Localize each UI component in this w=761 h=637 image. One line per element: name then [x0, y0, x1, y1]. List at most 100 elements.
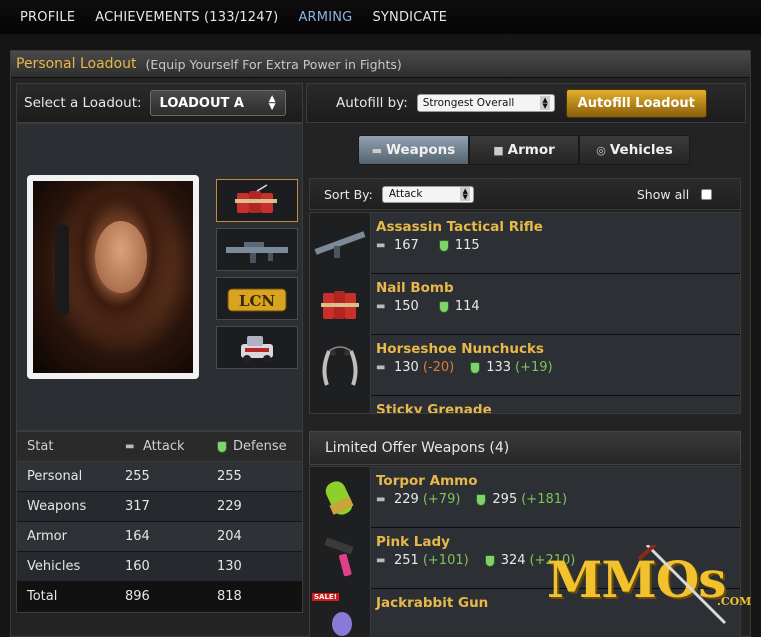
stat-defense: 204 [217, 529, 242, 544]
weapons-list[interactable]: Assassin Tactical Rifle ▬ 167 115 Nail B… [309, 212, 741, 414]
defense-shield-icon [438, 239, 449, 252]
portrait-pistol [55, 225, 69, 315]
stats-header: Stat ▬ Attack Defense [17, 432, 302, 462]
category-tabs: ▬ Weapons ■ Armor ◎ Vehicles [358, 135, 690, 165]
item-thumb [310, 396, 371, 413]
autofill-label: Autofill by: [336, 95, 408, 111]
stats-table: Stat ▬ Attack Defense Personal 255 255 W… [16, 431, 303, 613]
item-thumb [310, 274, 371, 335]
attack-icon: ▬ [376, 301, 386, 312]
item-attack-delta: (+101) [422, 553, 469, 568]
item-attack: 130 [394, 360, 419, 375]
item-defense-delta: (+19) [515, 360, 553, 375]
stats-row-vehicles: Vehicles 160 130 [17, 552, 302, 582]
item-attack: 229 [394, 492, 419, 507]
list-item[interactable]: Nail Bomb ▬ 150 114 [310, 274, 740, 335]
nav-syndicate[interactable]: SYNDICATE [372, 10, 447, 25]
stat-attack: 255 [125, 469, 150, 484]
item-info: Torpor Ammo ▬ 229 (+79) 295 (+181) [371, 467, 567, 527]
character-portrait [27, 175, 199, 379]
equipped-slot-lcn-badge[interactable]: LCN [216, 277, 298, 320]
autofill-bar: Autofill by: Strongest Overall ▲ ▼ Autofi… [306, 83, 746, 123]
stat-attack: 164 [125, 529, 150, 544]
item-info: Horseshoe Nunchucks ▬ 130 (-20) 133 (+19… [371, 335, 553, 395]
page-title: Personal Loadout [16, 56, 137, 72]
sort-bar: Sort By: Attack ▲ ▼ Show all [309, 178, 741, 210]
stats-header-defense-cell: Defense [217, 439, 287, 454]
item-name: Nail Bomb [376, 280, 454, 296]
item-attack: 150 [394, 299, 419, 314]
defense-shield-icon [470, 361, 481, 374]
stat-attack: 317 [125, 499, 150, 514]
rifle-icon [314, 230, 366, 258]
stats-header-defense: Defense [233, 439, 287, 454]
loadout-selector-bar: Select a Loadout: LOADOUT A ▲ ▼ [16, 83, 303, 123]
item-stats: ▬ 150 114 [376, 299, 484, 314]
item-info: Jackrabbit Gun [371, 589, 488, 637]
item-name: Jackrabbit Gun [376, 595, 489, 611]
autofill-select[interactable]: Strongest Overall ▲ ▼ [416, 94, 555, 112]
equipped-slot-vehicle[interactable] [216, 326, 298, 369]
jackrabbit-gun-icon [332, 611, 352, 636]
defense-shield-icon [484, 554, 495, 567]
stat-name: Vehicles [27, 559, 81, 574]
attack-icon: ▬ [376, 240, 386, 251]
attack-icon: ▬ [376, 362, 386, 373]
item-attack-delta: (+79) [422, 492, 461, 507]
list-item[interactable]: Horseshoe Nunchucks ▬ 130 (-20) 133 (+19… [310, 335, 740, 396]
portrait-face [95, 221, 147, 293]
show-all-toggle: Show all [637, 187, 713, 202]
equipped-slot-nail-bomb[interactable] [216, 179, 298, 222]
stats-row-personal: Personal 255 255 [17, 462, 302, 492]
item-stats: ▬ 130 (-20) 133 (+19) [376, 360, 553, 375]
item-name: Pink Lady [376, 534, 450, 550]
nav-profile[interactable]: PROFILE [20, 10, 75, 25]
item-info: Pink Lady ▬ 251 (+101) 324 (+210) [371, 528, 575, 588]
select-arrows-icon: ▲ ▼ [268, 94, 276, 112]
sort-select[interactable]: Attack ▲ ▼ [381, 185, 474, 203]
stats-row-armor: Armor 164 204 [17, 522, 302, 552]
sword-icon [637, 545, 727, 625]
list-item[interactable]: Assassin Tactical Rifle ▬ 167 115 [310, 213, 740, 274]
tab-vehicles[interactable]: ◎ Vehicles [579, 135, 690, 165]
loadout-value: LOADOUT A [159, 95, 244, 111]
equipped-slot-rifle[interactable] [216, 228, 298, 271]
portrait-image [33, 181, 193, 373]
autofill-button[interactable]: Autofill Loadout [565, 88, 707, 118]
nav-achievements[interactable]: ACHIEVEMENTS (133/1247) [95, 10, 278, 25]
autofill-select-value: Strongest Overall [422, 97, 515, 109]
tab-weapons[interactable]: ▬ Weapons [358, 135, 469, 165]
stat-name: Armor [27, 529, 67, 544]
rifle-icon [226, 241, 288, 263]
defense-shield-icon [438, 300, 449, 313]
vehicle-icon [241, 335, 273, 363]
select-arrows-icon: ▲ ▼ [460, 187, 470, 201]
item-thumb [310, 467, 371, 528]
limited-offer-header[interactable]: Limited Offer Weapons (4) [309, 431, 741, 465]
select-arrows-icon: ▲ ▼ [540, 96, 550, 110]
loadout-select[interactable]: LOADOUT A ▲ ▼ [149, 90, 286, 116]
mmos-watermark-logo: MMOs .COM [547, 545, 752, 625]
list-item[interactable]: Sticky Grenade [310, 396, 740, 413]
list-item[interactable]: Torpor Ammo ▬ 229 (+79) 295 (+181) [310, 467, 740, 528]
loadout-label: Select a Loadout: [24, 95, 142, 111]
wheel-icon: ◎ [596, 143, 606, 157]
gun-icon: ▬ [371, 143, 383, 157]
item-thumb: SALE! [310, 589, 371, 637]
lcn-badge-icon: LCN [227, 288, 287, 311]
item-attack: 167 [394, 238, 419, 253]
item-name: Assassin Tactical Rifle [376, 219, 543, 235]
item-info: Nail Bomb ▬ 150 114 [371, 274, 484, 334]
tab-armor-label: Armor [507, 142, 555, 158]
item-stats: ▬ 167 115 [376, 238, 543, 253]
stats-header-attack: Attack [143, 439, 185, 454]
stat-name: Total [27, 589, 58, 604]
nail-bomb-icon [321, 290, 359, 319]
top-nav: PROFILE ACHIEVEMENTS (133/1247) ARMING S… [0, 0, 761, 34]
nav-arming[interactable]: ARMING [298, 10, 352, 25]
attack-icon: ▬ [376, 555, 386, 566]
tab-armor[interactable]: ■ Armor [469, 135, 579, 165]
ammo-icon [325, 480, 354, 515]
sort-select-value: Attack [388, 188, 423, 200]
show-all-checkbox[interactable] [701, 188, 713, 200]
